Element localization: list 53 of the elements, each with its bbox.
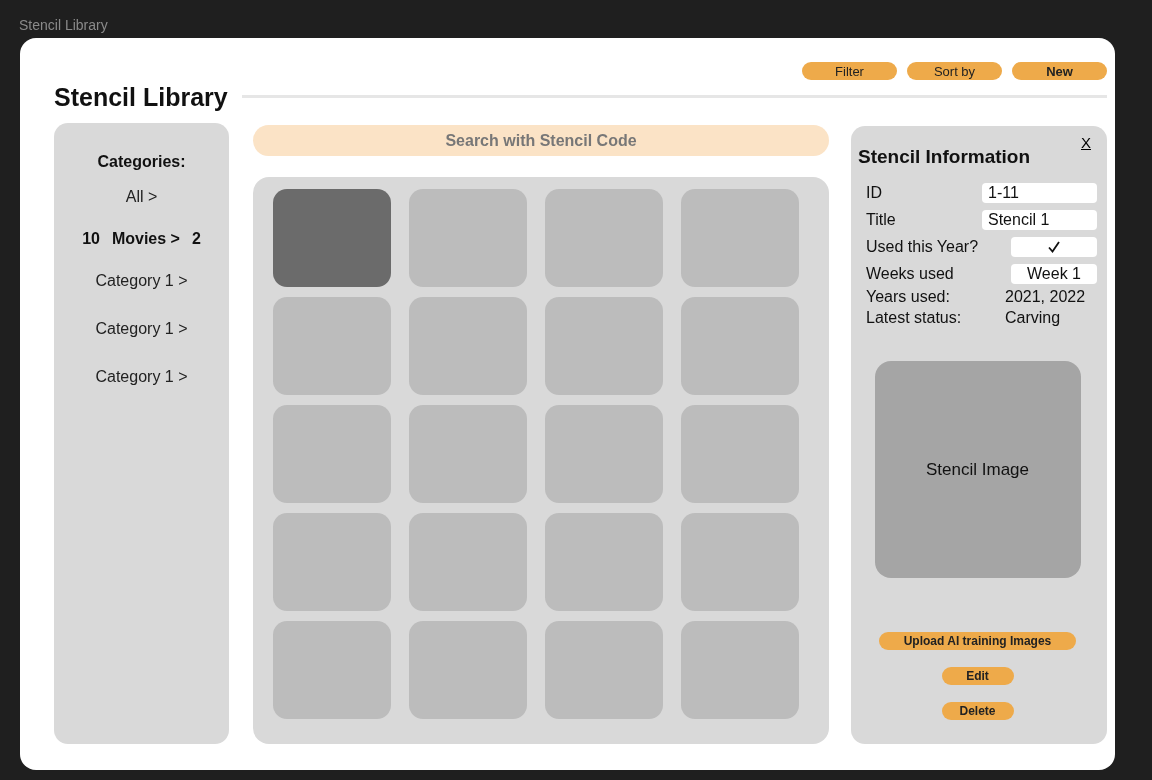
field-label: Weeks used bbox=[866, 264, 954, 283]
stencil-tile[interactable] bbox=[545, 513, 663, 611]
item-count: 10 bbox=[82, 230, 100, 249]
stencil-tile[interactable] bbox=[681, 189, 799, 287]
header-button[interactable]: New bbox=[1012, 62, 1107, 80]
stencil-tile[interactable] bbox=[681, 297, 799, 395]
field-label: Latest status: bbox=[866, 308, 962, 327]
action-button[interactable]: Delete bbox=[941, 702, 1014, 720]
checkbox[interactable] bbox=[1011, 236, 1097, 257]
action-button[interactable]: Edit bbox=[941, 667, 1014, 685]
stencil-tile[interactable] bbox=[545, 297, 663, 395]
stencil-tile[interactable] bbox=[681, 621, 799, 719]
stencil-tile[interactable] bbox=[273, 189, 391, 287]
search-field[interactable]: Search with Stencil Code bbox=[253, 125, 829, 156]
category-item[interactable]: All > bbox=[125, 188, 158, 230]
field-label: Years used: bbox=[866, 287, 950, 306]
stencil-tile[interactable] bbox=[273, 297, 391, 395]
app-title: Stencil Library bbox=[18, 16, 109, 35]
item-count: 2 bbox=[191, 230, 201, 249]
field-label: ID bbox=[866, 183, 882, 202]
category-item[interactable]: Category 1 > bbox=[95, 320, 188, 368]
stencil-tile[interactable] bbox=[409, 297, 527, 395]
panel-title: Stencil Information bbox=[858, 145, 1031, 168]
stencil-tile[interactable] bbox=[409, 513, 527, 611]
field-label: Title bbox=[866, 210, 896, 229]
stencil-tile[interactable] bbox=[273, 513, 391, 611]
field-label: Used this Year? bbox=[866, 237, 979, 256]
stencil-tile[interactable] bbox=[273, 405, 391, 503]
stencil-tile[interactable] bbox=[409, 189, 527, 287]
stencil-tile[interactable] bbox=[545, 189, 663, 287]
header-button[interactable]: Filter bbox=[802, 62, 897, 80]
page-title: Stencil Library bbox=[54, 83, 228, 112]
sidebar-heading: Categories: bbox=[97, 153, 186, 171]
field-value: Carving bbox=[1005, 308, 1062, 327]
stencil-tile[interactable] bbox=[681, 513, 799, 611]
stencil-tile[interactable] bbox=[545, 621, 663, 719]
category-item[interactable]: Category 1 > bbox=[95, 272, 188, 320]
close-button[interactable]: X bbox=[1081, 134, 1091, 151]
stencil-tile[interactable] bbox=[273, 621, 391, 719]
checkmark-icon bbox=[1047, 239, 1061, 254]
stencil-tile[interactable] bbox=[409, 621, 527, 719]
stencil-tile[interactable] bbox=[681, 405, 799, 503]
input-field[interactable]: Stencil 1 bbox=[982, 209, 1097, 230]
header-button[interactable]: Sort by bbox=[907, 62, 1002, 80]
category-item[interactable]: Movies > bbox=[111, 230, 180, 272]
image-label: Stencil Image bbox=[926, 459, 1029, 480]
category-item[interactable]: Category 1 > bbox=[95, 368, 188, 416]
stencil-tile[interactable] bbox=[545, 405, 663, 503]
stencil-tile[interactable] bbox=[409, 405, 527, 503]
input-field[interactable]: 1-11 bbox=[982, 182, 1097, 203]
action-button[interactable]: Upload AI training Images bbox=[879, 632, 1076, 650]
field-value: 2021, 2022 bbox=[1005, 287, 1087, 306]
input-field[interactable]: Week 1 bbox=[1011, 263, 1097, 284]
